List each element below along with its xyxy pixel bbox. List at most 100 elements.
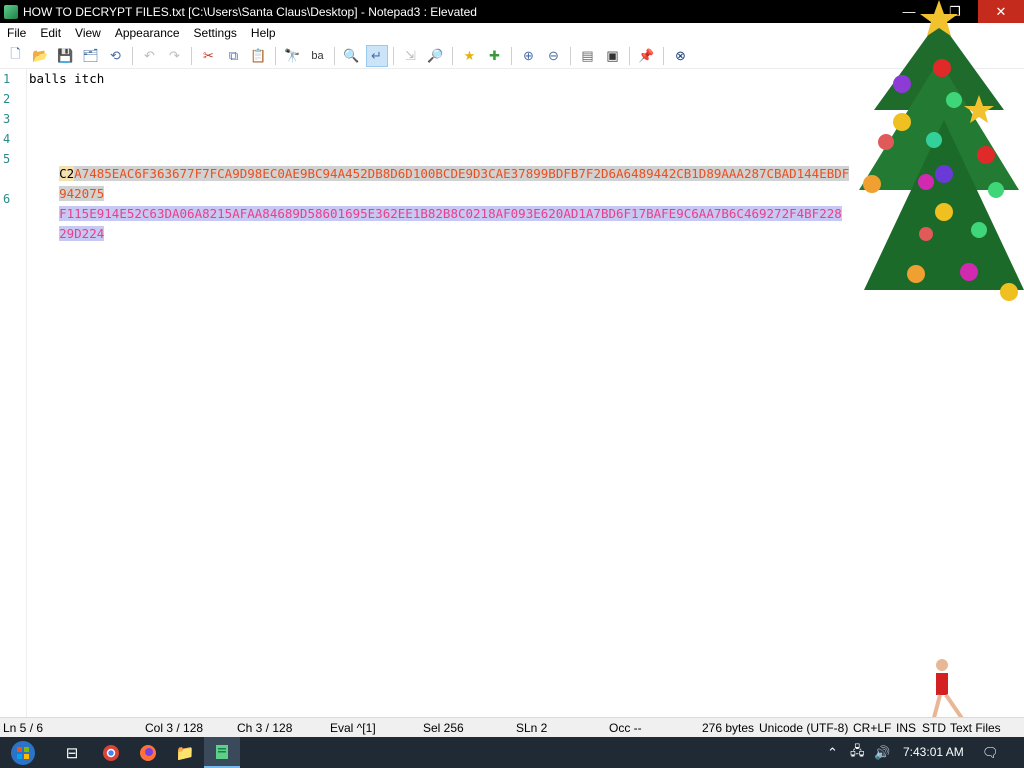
taskbar-clock[interactable]: 7:43:01 AM (903, 745, 964, 759)
save-icon[interactable]: 💾 (55, 45, 77, 67)
notepad3-taskbar-icon[interactable] (204, 737, 240, 768)
status-line[interactable]: Ln 5 / 6 (3, 721, 43, 735)
start-button[interactable] (2, 737, 44, 768)
toolbar-separator (275, 46, 276, 65)
replace-icon[interactable]: ba (307, 45, 329, 67)
ornament-icon (863, 175, 881, 193)
toggle-view-icon[interactable]: ⇲ (400, 45, 422, 67)
toolbar-separator (452, 46, 453, 65)
ornament-icon (918, 174, 934, 190)
line-number: 5 (3, 152, 11, 166)
logo-line (218, 747, 226, 749)
cut-icon[interactable]: ✂ (198, 45, 220, 67)
menu-edit[interactable]: Edit (33, 23, 68, 43)
ornament-icon (960, 263, 978, 281)
zoom-in-icon[interactable]: ⊕ (518, 45, 540, 67)
selected-text: A7485EAC6F363677F7FCA9D98EC0AE9BC94A452D… (74, 166, 850, 181)
status-insert-mode[interactable]: INS (896, 721, 916, 735)
toolbar-separator (334, 46, 335, 65)
add-favorite-icon[interactable]: ✚ (484, 45, 506, 67)
ornament-icon (946, 92, 962, 108)
ornament-icon (935, 165, 953, 183)
logo-center (106, 748, 116, 757)
line-number: 4 (3, 132, 11, 146)
show-hidden-icons[interactable]: ⌃ (827, 737, 838, 768)
browse-icon[interactable]: ⟲ (105, 45, 127, 67)
menu-view[interactable]: View (68, 23, 108, 43)
status-char[interactable]: Ch 3 / 128 (237, 721, 292, 735)
word-wrap-icon[interactable]: ↵ (365, 44, 388, 67)
status-selection[interactable]: Sel 256 (423, 721, 464, 735)
toolbar-separator (191, 46, 192, 65)
ornament-icon (893, 113, 911, 131)
line-number: 1 (3, 72, 11, 86)
status-column[interactable]: Col 3 / 128 (145, 721, 203, 735)
ornament-icon (935, 203, 953, 221)
logo-pane (17, 746, 22, 752)
status-bar: Ln 5 / 6 Col 3 / 128 Ch 3 / 128 Eval ^[1… (0, 717, 1024, 737)
notepad3-icon (4, 4, 18, 19)
notepad3-logo (216, 744, 228, 759)
toolbar-separator (629, 46, 630, 65)
chrome-icon[interactable] (93, 737, 129, 768)
logo-pane (24, 753, 29, 759)
exit-icon[interactable]: ⊗ (670, 45, 692, 67)
status-lexer[interactable]: Text Files (950, 721, 1001, 735)
windows-start-icon (11, 740, 35, 765)
zoom-out-icon[interactable]: ⊖ (543, 45, 565, 67)
redo-icon[interactable]: ↷ (164, 45, 186, 67)
favorites-icon[interactable]: ★ (459, 45, 481, 67)
taskbar: ⊟ 📁 ⌃ 🖧 🔊 7:43:01 AM 🗨 (0, 737, 1024, 768)
menu-help[interactable]: Help (244, 23, 283, 43)
screen-icon[interactable]: ▣ (602, 45, 624, 67)
editor-line-6: F115E914E52C63DA06A8215AFAA84689D5860169… (29, 191, 889, 236)
file-explorer-icon[interactable]: 📁 (167, 737, 203, 768)
notifications-icon[interactable]: 🗨 (982, 737, 999, 768)
menu-file[interactable]: File (0, 23, 33, 43)
schemes-icon[interactable]: ▤ (577, 45, 599, 67)
status-eval[interactable]: Eval ^[1] (330, 721, 376, 735)
status-eol[interactable]: CR+LF (853, 721, 891, 735)
toolbar-separator (570, 46, 571, 65)
save-as-icon[interactable]: 🗂 (80, 45, 102, 67)
status-file-size: 276 bytes (702, 721, 755, 735)
ornament-icon (878, 134, 894, 150)
logo-pane (24, 746, 29, 752)
status-occurrences[interactable]: Occ -- (609, 721, 642, 735)
toolbar-separator (132, 46, 133, 65)
status-encoding[interactable]: Unicode (UTF-8) (759, 721, 848, 735)
open-folder-icon[interactable]: 📂 (30, 45, 52, 67)
task-view-icon[interactable]: ⊟ (54, 737, 90, 768)
dancer-head (936, 659, 948, 671)
menu-appearance[interactable]: Appearance (108, 23, 187, 43)
new-file-icon[interactable]: 🗋 (5, 45, 27, 67)
paste-icon[interactable]: 📋 (248, 45, 270, 67)
ornament-icon (1000, 283, 1018, 301)
editor-line-1: balls itch (29, 71, 105, 86)
pin-icon[interactable]: 📌 (636, 45, 658, 67)
ornament-icon (971, 222, 987, 238)
ornament-icon (988, 182, 1004, 198)
toolbar-separator (663, 46, 664, 65)
christmas-tree-decoration (859, 0, 1024, 301)
logo-line (218, 750, 226, 752)
search-icon[interactable]: 🔎 (425, 45, 447, 67)
status-selected-lines[interactable]: SLn 2 (516, 721, 547, 735)
find-in-files-icon[interactable]: 🔍 (341, 45, 363, 67)
ornament-icon (926, 132, 942, 148)
chrome-logo (103, 744, 119, 761)
line-number: 6 (3, 192, 11, 206)
network-icon[interactable]: 🖧 (850, 737, 865, 768)
volume-icon[interactable]: 🔊 (874, 737, 890, 768)
undo-icon[interactable]: ↶ (139, 45, 161, 67)
firefox-logo (140, 744, 156, 761)
status-std[interactable]: STD (922, 721, 946, 735)
line-number: 2 (3, 92, 11, 106)
ornament-icon (977, 146, 995, 164)
copy-icon[interactable]: ⧉ (223, 45, 245, 67)
firefox-icon[interactable] (130, 737, 166, 768)
ornament-icon (893, 75, 911, 93)
find-icon[interactable]: 🔭 (282, 45, 304, 67)
menu-settings[interactable]: Settings (187, 23, 244, 43)
ornament-icon (907, 265, 925, 283)
